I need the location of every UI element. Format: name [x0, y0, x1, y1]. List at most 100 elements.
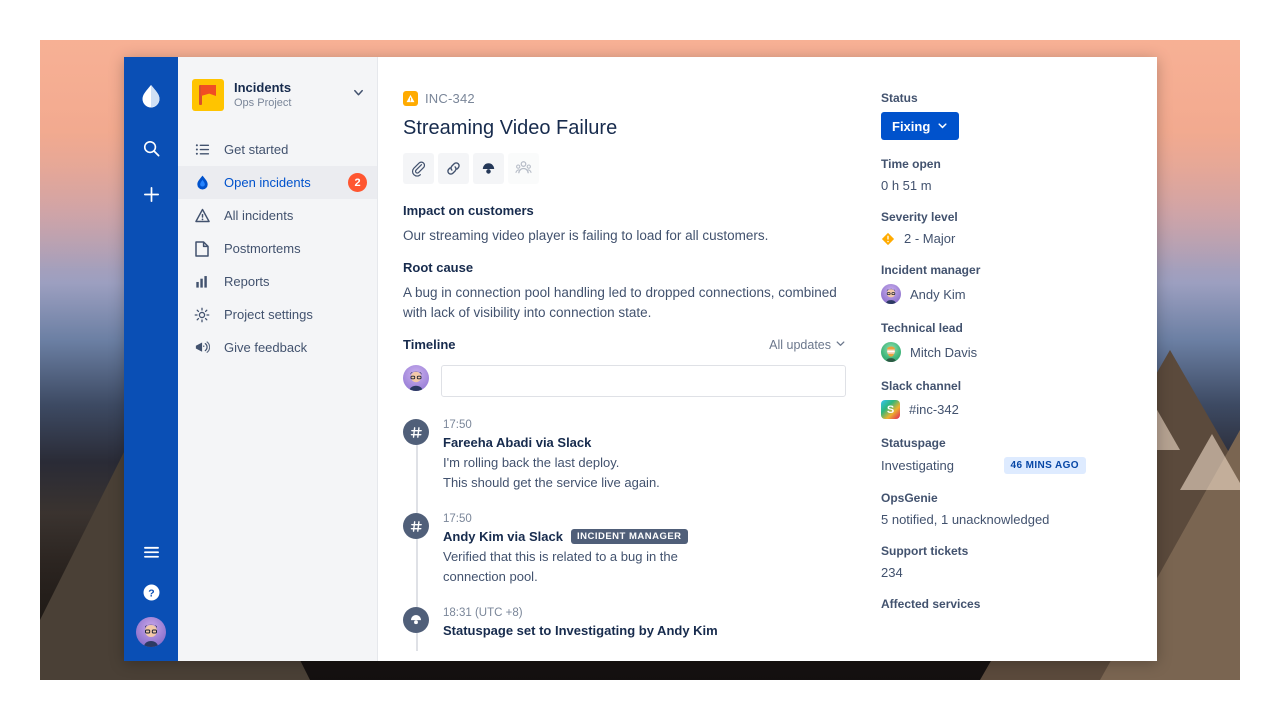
link-chain-icon[interactable] [438, 153, 469, 184]
rail-bottom-group: ? [134, 535, 168, 661]
status-value: Fixing [892, 118, 931, 134]
detail-value: 0 h 51 m [881, 178, 932, 193]
gear-icon [192, 307, 212, 323]
project-name: Incidents [234, 80, 292, 95]
sidebar-item-all-incidents[interactable]: All incidents [178, 199, 377, 232]
sidebar-item-get-started[interactable]: Get started [178, 133, 377, 166]
paperclip-icon[interactable] [403, 153, 434, 184]
timeline-entry-author-row: Andy Kim via Slack INCIDENT MANAGER [443, 529, 846, 544]
incident-detail-column: INC-342 Streaming Video Failure Impact o… [378, 91, 856, 661]
detail-value[interactable]: Mitch Davis [910, 345, 977, 360]
document-page-icon [192, 240, 212, 257]
project-text: Incidents Ops Project [234, 80, 348, 110]
plus-icon[interactable] [134, 177, 168, 211]
sidebar-item-reports[interactable]: Reports [178, 265, 377, 298]
flame-icon [192, 175, 212, 191]
sidebar-item-label: Project settings [224, 307, 313, 322]
chevron-down-icon [937, 119, 948, 134]
timeline-entry-author: Fareeha Abadi via Slack [443, 435, 592, 450]
timeline-filter-dropdown[interactable]: All updates [769, 338, 846, 352]
detail-value[interactable]: #inc-342 [909, 402, 959, 417]
timeline-filter-label: All updates [769, 338, 831, 352]
project-subtitle: Ops Project [234, 97, 292, 109]
project-header[interactable]: Incidents Ops Project [178, 79, 377, 111]
detail-field-support-tickets: Support tickets 234 [881, 544, 1146, 580]
section-heading-impact: Impact on customers [403, 203, 534, 218]
detail-value[interactable]: Andy Kim [910, 287, 966, 302]
detail-label: Slack channel [881, 379, 962, 393]
user-avatar-icon [881, 342, 901, 362]
incident-severity-icon [403, 91, 418, 106]
timeline-title: Timeline [403, 337, 456, 352]
bar-chart-icon [192, 274, 212, 289]
detail-label: Time open [881, 157, 941, 171]
timeline-entry-text-line: connection pool. [443, 569, 538, 584]
detail-field-statuspage: Statuspage Investigating 46 MINS AGO [881, 436, 1146, 474]
timeline-entry-time: 18:31 (UTC +8) [443, 607, 523, 619]
incident-action-toolbar [403, 153, 846, 184]
detail-field-severity: Severity level 2 - Major [881, 210, 1146, 246]
timeline-entry: 17:50 Andy Kim via Slack INCIDENT MANAGE… [403, 513, 846, 587]
status-dropdown-button[interactable]: Fixing [881, 112, 960, 140]
detail-field-incident-manager: Incident manager Andy Kim [881, 263, 1146, 304]
sidebar-item-label: Reports [224, 274, 270, 289]
detail-label: Technical lead [881, 321, 963, 335]
page-title: Streaming Video Failure [403, 117, 618, 139]
list-checklist-icon [192, 142, 212, 157]
slack-hash-icon [403, 419, 429, 445]
sidebar-item-label: Open incidents [224, 175, 311, 190]
section-body-impact: Our streaming video player is failing to… [403, 228, 769, 243]
hamburger-menu-icon[interactable] [134, 535, 168, 569]
detail-field-status: Status Fixing [881, 91, 1146, 140]
detail-label: Statuspage [881, 436, 946, 450]
detail-value: 2 - Major [904, 231, 956, 246]
timeline-entry-body: 18:31 (UTC +8) Statuspage set to Investi… [443, 607, 846, 641]
comment-input[interactable] [441, 365, 846, 397]
timeline-entry-body: 17:50 Andy Kim via Slack INCIDENT MANAGE… [443, 513, 846, 587]
chevron-down-icon [835, 338, 846, 352]
help-question-icon[interactable]: ? [134, 575, 168, 609]
detail-label: Severity level [881, 210, 958, 224]
chevron-down-icon[interactable] [348, 86, 365, 104]
timeline-header: Timeline All updates [403, 337, 846, 352]
timeline-list: 17:50 Fareeha Abadi via Slack I'm rollin… [403, 419, 846, 651]
timeline-entry: 18:31 (UTC +8) Statuspage set to Investi… [403, 607, 846, 641]
sidebar-item-open-incidents[interactable]: Open incidents 2 [178, 166, 377, 199]
timeline-entry-author-row: Statuspage set to Investigating by Andy … [443, 623, 846, 638]
megaphone-broadcast-icon [403, 607, 429, 633]
people-group-icon[interactable] [508, 153, 539, 184]
sidebar-item-label: Get started [224, 142, 289, 157]
timeline-entry-time: 17:50 [443, 419, 472, 431]
global-navigation-rail: ? [124, 57, 178, 661]
sidebar-item-project-settings[interactable]: Project settings [178, 298, 377, 331]
detail-value: Investigating [881, 458, 954, 473]
breadcrumb: INC-342 [403, 91, 846, 106]
search-icon[interactable] [134, 131, 168, 165]
megaphone-broadcast-icon[interactable] [473, 153, 504, 184]
sidebar-item-postmortems[interactable]: Postmortems [178, 232, 377, 265]
jira-ops-flame-logo-icon[interactable] [134, 79, 168, 113]
timeline-entry-author: Statuspage set to Investigating by Andy … [443, 623, 718, 638]
timeline-entry-author-row: Fareeha Abadi via Slack [443, 435, 846, 450]
detail-field-opsgenie: OpsGenie 5 notified, 1 unacknowledged [881, 491, 1146, 527]
user-avatar-icon [881, 284, 901, 304]
comment-compose-row [403, 365, 846, 397]
open-incidents-count-badge: 2 [348, 173, 367, 192]
megaphone-icon [192, 340, 212, 355]
sidebar-item-label: All incidents [224, 208, 294, 223]
detail-value: 5 notified, 1 unacknowledged [881, 512, 1050, 527]
project-sidebar: Incidents Ops Project Get started Open i… [178, 57, 378, 661]
sidebar-item-give-feedback[interactable]: Give feedback [178, 331, 377, 364]
timeline-entry: 17:50 Fareeha Abadi via Slack I'm rollin… [403, 419, 846, 493]
detail-field-slack-channel: Slack channel S #inc-342 [881, 379, 1146, 419]
detail-label: Support tickets [881, 544, 969, 558]
user-avatar-icon[interactable] [136, 617, 166, 647]
incident-key[interactable]: INC-342 [425, 91, 475, 106]
slack-hash-icon [403, 513, 429, 539]
sidebar-item-label: Postmortems [224, 241, 301, 256]
statuspage-time-badge: 46 MINS AGO [1003, 457, 1086, 474]
detail-field-affected-services: Affected services [881, 597, 1146, 611]
detail-field-time-open: Time open 0 h 51 m [881, 157, 1146, 193]
application-window: ? Incidents Ops Project Get started Open… [124, 57, 1157, 661]
user-avatar-icon [403, 365, 429, 391]
